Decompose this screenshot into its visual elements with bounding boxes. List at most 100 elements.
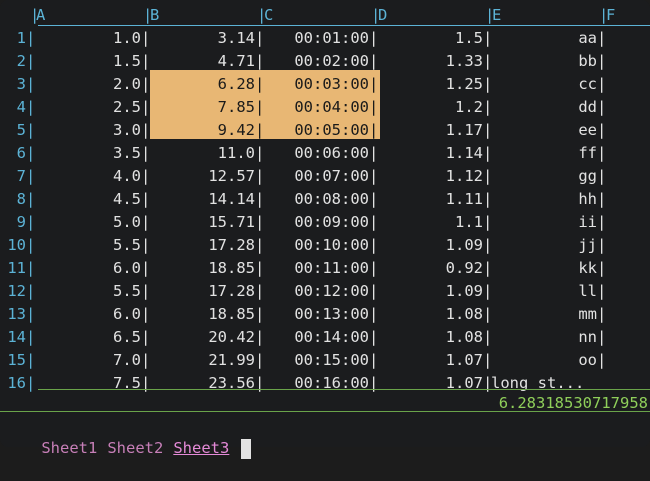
cell-e[interactable]: bb [491,50,597,73]
cell-c[interactable]: 00:16:00 [263,372,369,395]
cell-b[interactable]: 14.14 [149,188,255,211]
cell-c[interactable]: 00:06:00 [263,142,369,165]
cell-a[interactable]: 7.0 [38,349,141,372]
cell-c[interactable]: 00:08:00 [263,188,369,211]
cell-b[interactable]: 11.0 [149,142,255,165]
row-number[interactable]: 7 [0,165,26,188]
cell-b[interactable]: 9.42 [149,119,255,142]
cell-e[interactable]: nn [491,326,597,349]
row-number[interactable]: 9 [0,211,26,234]
cell-c[interactable]: 00:14:00 [263,326,369,349]
row-number[interactable]: 16 [0,372,26,395]
cell-b[interactable]: 17.28 [149,280,255,303]
row-number[interactable]: 15 [0,349,26,372]
cell-d[interactable]: 1.09 [377,234,483,257]
tab-sheet3[interactable]: Sheet3 [173,439,229,457]
cell-c[interactable]: 00:15:00 [263,349,369,372]
cell-a[interactable]: 2.0 [38,73,141,96]
row-number[interactable]: 13 [0,303,26,326]
cell-e[interactable]: jj [491,234,597,257]
cell-d[interactable]: 1.08 [377,326,483,349]
cell-e[interactable]: gg [491,165,597,188]
cell-b[interactable]: 17.28 [149,234,255,257]
col-header-f[interactable]: F [606,6,615,24]
cell-b[interactable]: 6.28 [149,73,255,96]
cell-a[interactable]: 5.5 [38,234,141,257]
cell-a[interactable]: 6.5 [38,326,141,349]
cell-e[interactable]: mm [491,303,597,326]
cell-d[interactable]: 1.12 [377,165,483,188]
col-header-e[interactable]: E [492,6,501,24]
cell-d[interactable]: 1.17 [377,119,483,142]
row-number[interactable]: 1 [0,27,26,50]
cell-a[interactable]: 7.5 [38,372,141,395]
cell-c[interactable]: 00:13:00 [263,303,369,326]
cell-d[interactable]: 1.33 [377,50,483,73]
row-number[interactable]: 3 [0,73,26,96]
cell-a[interactable]: 3.5 [38,142,141,165]
cell-e[interactable]: aa [491,27,597,50]
cell-b[interactable]: 23.56 [149,372,255,395]
cell-d[interactable]: 1.09 [377,280,483,303]
cell-b[interactable]: 3.14 [149,27,255,50]
cell-e[interactable]: oo [491,349,597,372]
tab-sheet1[interactable]: Sheet1 [41,439,97,457]
cell-c[interactable]: 00:12:00 [263,280,369,303]
cell-e[interactable]: hh [491,188,597,211]
cell-d[interactable]: 1.08 [377,303,483,326]
cell-b[interactable]: 12.57 [149,165,255,188]
cell-a[interactable]: 6.0 [38,303,141,326]
cell-c[interactable]: 00:09:00 [263,211,369,234]
cell-a[interactable]: 4.0 [38,165,141,188]
cell-a[interactable]: 1.5 [38,50,141,73]
cell-b[interactable]: 18.85 [149,303,255,326]
cell-c[interactable]: 00:11:00 [263,257,369,280]
row-number[interactable]: 12 [0,280,26,303]
cell-b[interactable]: 18.85 [149,257,255,280]
cell-d[interactable]: 1.5 [377,27,483,50]
cell-b[interactable]: 7.85 [149,96,255,119]
cell-d[interactable]: 1.11 [377,188,483,211]
cell-c[interactable]: 00:10:00 [263,234,369,257]
cell-d[interactable]: 1.07 [377,372,483,395]
row-number[interactable]: 14 [0,326,26,349]
cell-a[interactable]: 3.0 [38,119,141,142]
row-number[interactable]: 4 [0,96,26,119]
row-number[interactable]: 10 [0,234,26,257]
cell-c[interactable]: 00:07:00 [263,165,369,188]
cell-b[interactable]: 20.42 [149,326,255,349]
col-header-b[interactable]: B [150,6,159,24]
cell-e[interactable]: ii [491,211,597,234]
cell-c[interactable]: 00:01:00 [263,27,369,50]
cell-e[interactable]: ff [491,142,597,165]
col-header-d[interactable]: D [378,6,387,24]
col-header-c[interactable]: C [264,6,273,24]
cell-c[interactable]: 00:02:00 [263,50,369,73]
tab-sheet2[interactable]: Sheet2 [107,439,163,457]
cell-e[interactable]: cc [491,73,597,96]
cell-e[interactable]: ll [491,280,597,303]
cell-d[interactable]: 1.2 [377,96,483,119]
cell-d[interactable]: 1.07 [377,349,483,372]
cell-a[interactable]: 5.5 [38,280,141,303]
row-number[interactable]: 2 [0,50,26,73]
cell-a[interactable]: 2.5 [38,96,141,119]
row-number[interactable]: 8 [0,188,26,211]
cell-d[interactable]: 1.14 [377,142,483,165]
col-header-a[interactable]: A [36,6,45,24]
row-number[interactable]: 5 [0,119,26,142]
cell-e[interactable]: kk [491,257,597,280]
row-number[interactable]: 11 [0,257,26,280]
cell-b[interactable]: 4.71 [149,50,255,73]
cell-d[interactable]: 1.25 [377,73,483,96]
cell-c[interactable]: 00:03:00 [263,73,369,96]
cell-e[interactable]: ee [491,119,597,142]
cell-a[interactable]: 5.0 [38,211,141,234]
cell-a[interactable]: 1.0 [38,27,141,50]
cell-c[interactable]: 00:05:00 [263,119,369,142]
cell-a[interactable]: 4.5 [38,188,141,211]
cell-a[interactable]: 6.0 [38,257,141,280]
cell-c[interactable]: 00:04:00 [263,96,369,119]
cell-e[interactable]: dd [491,96,597,119]
cell-d[interactable]: 1.1 [377,211,483,234]
